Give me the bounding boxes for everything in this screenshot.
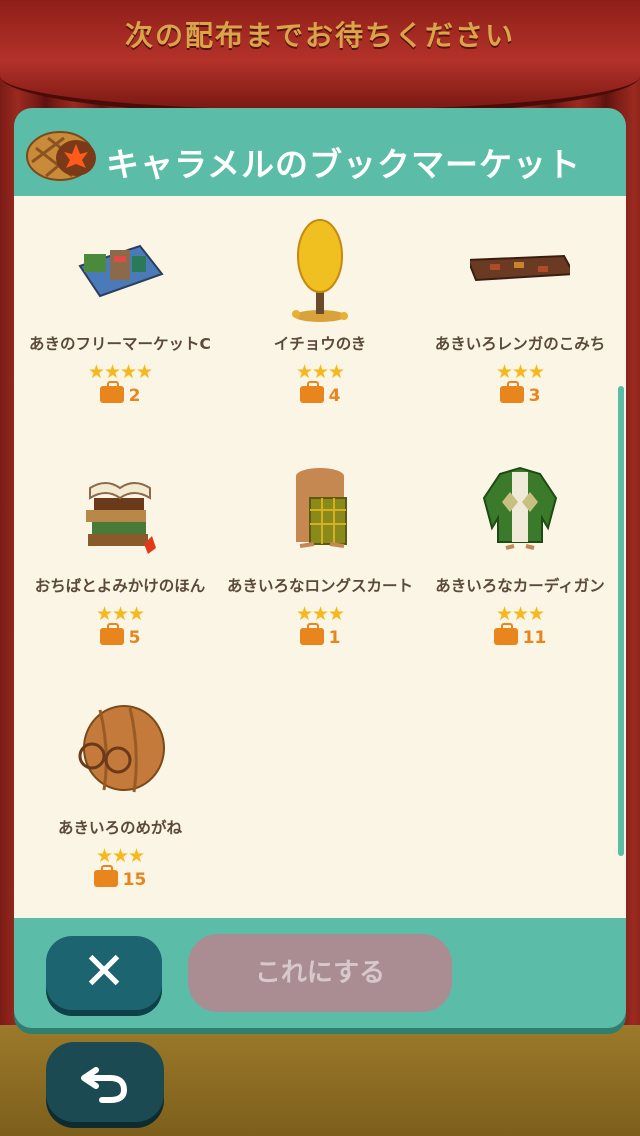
stock-value: 1 bbox=[328, 628, 341, 648]
close-icon: ✕ bbox=[82, 942, 126, 1002]
rarity-stars: ★★★ bbox=[295, 603, 345, 625]
item-card[interactable]: あきいろレンガのこみち ★★★ 3 bbox=[420, 206, 620, 436]
stock-count: 2 bbox=[20, 381, 220, 406]
item-name: あきのフリーマーケットC bbox=[29, 335, 211, 353]
item-name: おちばとよみかけのほん bbox=[34, 577, 206, 595]
long-skirt-icon bbox=[296, 468, 347, 548]
stock-value: 2 bbox=[128, 386, 141, 406]
bag-icon bbox=[299, 381, 324, 403]
modal-header: キャラメルのブックマーケット bbox=[14, 108, 626, 196]
cardigan-icon bbox=[482, 466, 558, 550]
stock-value: 15 bbox=[122, 870, 147, 890]
rarity-stars: ★★★★ bbox=[87, 361, 153, 383]
bag-icon bbox=[93, 865, 118, 887]
bag-icon bbox=[499, 381, 524, 403]
close-button[interactable]: ✕ bbox=[46, 936, 162, 1010]
back-arrow-icon bbox=[81, 1067, 128, 1103]
item-list[interactable]: あきのフリーマーケットC ★★★★ 2 イチョウのき ★★★ 4 あきいろレンガ… bbox=[14, 196, 626, 918]
rarity-stars: ★★★ bbox=[495, 361, 545, 383]
stock-count: 15 bbox=[20, 865, 220, 890]
stock-count: 11 bbox=[420, 623, 620, 648]
bag-icon bbox=[99, 623, 124, 645]
item-card[interactable]: あきのフリーマーケットC ★★★★ 2 bbox=[20, 206, 220, 436]
item-card[interactable]: あきいろなカーディガン ★★★ 11 bbox=[420, 448, 620, 678]
back-button[interactable] bbox=[46, 1042, 164, 1122]
stock-count: 4 bbox=[220, 381, 420, 406]
glasses-icon bbox=[78, 705, 165, 793]
brick-path-icon bbox=[470, 254, 570, 282]
item-card[interactable]: おちばとよみかけのほん ★★★ 5 bbox=[20, 448, 220, 678]
stock-value: 11 bbox=[522, 628, 547, 648]
modal-footer: ✕ これにする bbox=[14, 918, 626, 1028]
item-name: イチョウのき bbox=[273, 335, 367, 353]
pie-leaf-icon bbox=[26, 131, 96, 181]
stock-value: 3 bbox=[528, 386, 541, 406]
stock-count: 5 bbox=[20, 623, 220, 648]
flea-market-icon bbox=[78, 244, 164, 298]
item-card[interactable]: あきいろなロングスカート ★★★ 1 bbox=[220, 448, 420, 678]
item-name: あきいろなカーディガン bbox=[435, 577, 605, 595]
bag-icon bbox=[493, 623, 518, 645]
stock-value: 5 bbox=[128, 628, 141, 648]
item-card[interactable]: イチョウのき ★★★ 4 bbox=[220, 206, 420, 436]
modal-title: キャラメルのブックマーケット bbox=[106, 145, 582, 184]
ginkgo-tree-icon bbox=[292, 219, 348, 322]
rarity-stars: ★★★ bbox=[495, 603, 545, 625]
stock-value: 4 bbox=[328, 386, 341, 406]
rarity-stars: ★★★ bbox=[95, 845, 145, 867]
bag-icon bbox=[299, 623, 324, 645]
stock-count: 1 bbox=[220, 623, 420, 648]
book-stack-icon bbox=[86, 482, 156, 554]
item-card[interactable]: あきいろのめがね ★★★ 15 bbox=[20, 690, 220, 918]
item-name: あきいろのめがね bbox=[57, 819, 182, 837]
stock-count: 3 bbox=[420, 381, 620, 406]
shop-modal: キャラメルのブックマーケット あきのフリーマーケットC ★★★★ 2 イチョウの… bbox=[14, 108, 626, 1028]
item-name: あきいろレンガのこみち bbox=[434, 335, 606, 353]
rarity-stars: ★★★ bbox=[95, 603, 145, 625]
wait-banner: 次の配布までお待ちください bbox=[124, 19, 515, 52]
list-scrollbar[interactable] bbox=[618, 386, 624, 856]
rarity-stars: ★★★ bbox=[295, 361, 345, 383]
bag-icon bbox=[99, 381, 124, 403]
item-name: あきいろなロングスカート bbox=[226, 577, 413, 595]
confirm-button[interactable]: これにする bbox=[188, 934, 452, 1012]
